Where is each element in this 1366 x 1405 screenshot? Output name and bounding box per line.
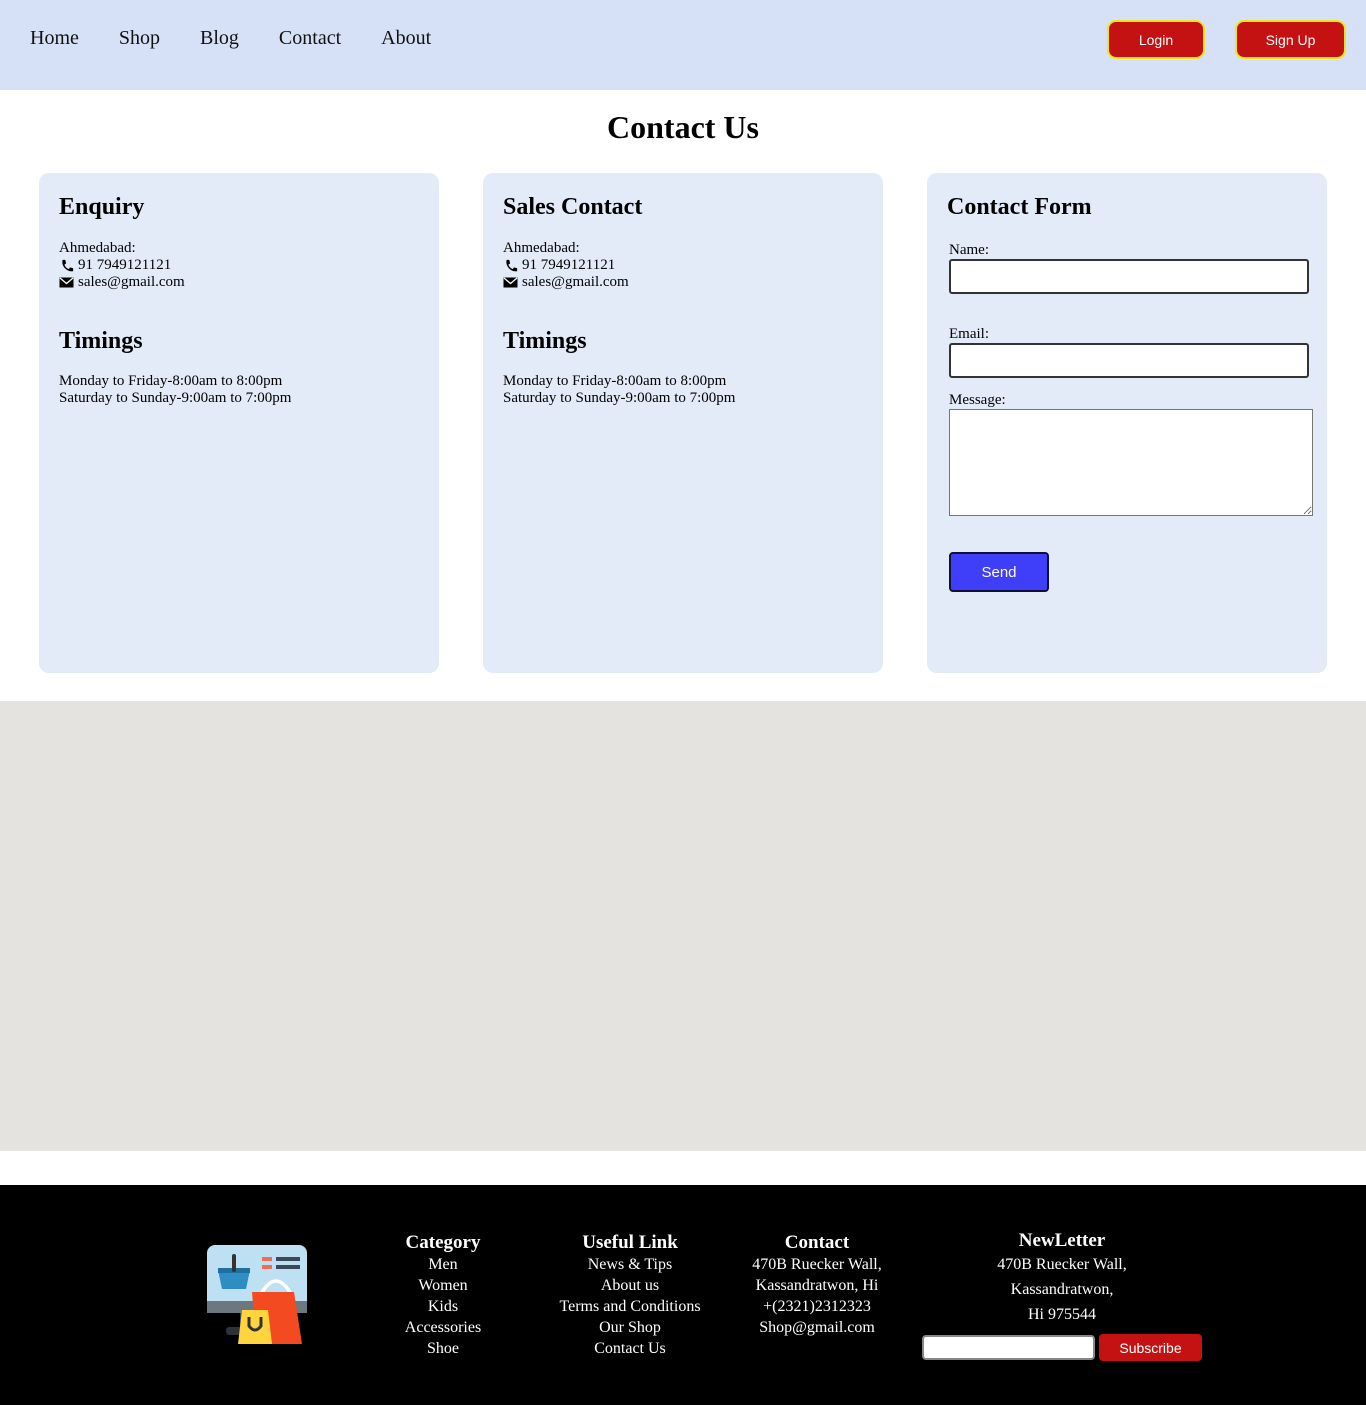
footer-heading: Contact xyxy=(784,1232,850,1253)
footer-link[interactable]: Contact Us xyxy=(545,1338,715,1359)
login-button[interactable]: Login xyxy=(1107,20,1205,59)
contact-form-card: Contact Form Name: Email: Message: Send xyxy=(927,173,1327,673)
phone-icon xyxy=(62,259,74,271)
footer-link[interactable]: Terms and Conditions xyxy=(545,1296,715,1317)
email-address[interactable]: sales@gmail.com xyxy=(78,274,185,291)
phone-icon xyxy=(506,259,518,271)
footer-heading: NewLetter xyxy=(1018,1230,1106,1251)
message-textarea[interactable] xyxy=(949,409,1313,516)
card-title: Sales Contact xyxy=(503,194,643,220)
enquiry-card: Enquiry Ahmedabad: 91 7949121121 sales@g… xyxy=(39,173,439,673)
page-title: Contact Us xyxy=(607,109,759,145)
email-row: sales@gmail.com xyxy=(503,274,863,291)
nav-shop[interactable]: Shop xyxy=(119,25,160,51)
city-label: Ahmedabad: xyxy=(503,240,580,256)
contact-info: Ahmedabad: 91 7949121121 sales@gmail.com xyxy=(503,240,863,291)
footer-newsletter: NewLetter 470B Ruecker Wall, Kassandratw… xyxy=(962,1230,1162,1327)
footer-link[interactable]: Women xyxy=(383,1275,503,1296)
envelope-icon xyxy=(59,277,74,287)
newsletter-line: Hi 975544 xyxy=(1028,1306,1096,1323)
footer-link[interactable]: Men xyxy=(383,1254,503,1275)
weekend-hours: Saturday to Sunday-9:00am to 7:00pm xyxy=(503,390,736,406)
email-label: Email: xyxy=(949,326,989,342)
nav-about[interactable]: About xyxy=(381,25,431,51)
newsletter-email-input[interactable] xyxy=(922,1335,1095,1360)
phone-number: 91 7949121121 xyxy=(78,257,172,273)
footer-link[interactable]: News & Tips xyxy=(545,1254,715,1275)
footer-link[interactable]: Our Shop xyxy=(545,1317,715,1338)
footer-useful-links: Useful Link News & Tips About us Terms a… xyxy=(545,1232,715,1359)
weekday-hours: Monday to Friday-8:00am to 8:00pm xyxy=(59,373,283,389)
card-title: Enquiry xyxy=(59,194,145,220)
footer-contact-line: 470B Ruecker Wall, xyxy=(752,1256,882,1273)
email-row: sales@gmail.com xyxy=(59,274,419,291)
newsletter-line: 470B Ruecker Wall, xyxy=(997,1256,1127,1273)
footer: Category Men Women Kids Accessories Shoe… xyxy=(0,1185,1366,1405)
weekend-hours: Saturday to Sunday-9:00am to 7:00pm xyxy=(59,390,292,406)
envelope-icon xyxy=(503,277,518,287)
form-title: Contact Form xyxy=(947,194,1092,220)
footer-link[interactable]: Shoe xyxy=(383,1338,503,1359)
nav-contact[interactable]: Contact xyxy=(279,25,341,51)
nav-blog[interactable]: Blog xyxy=(200,25,239,51)
city-label: Ahmedabad: xyxy=(59,240,136,256)
timings-title: Timings xyxy=(503,328,587,354)
nav-links: Home Shop Blog Contact About xyxy=(30,25,471,51)
footer-link[interactable]: About us xyxy=(545,1275,715,1296)
sales-contact-card: Sales Contact Ahmedabad: 91 7949121121 s… xyxy=(483,173,883,673)
timings-title: Timings xyxy=(59,328,143,354)
newsletter-line: Kassandratwon, xyxy=(1010,1281,1114,1298)
footer-link[interactable]: Kids xyxy=(383,1296,503,1317)
email-input[interactable] xyxy=(949,343,1309,378)
phone-row: 91 7949121121 xyxy=(59,257,419,274)
footer-link[interactable]: Accessories xyxy=(383,1317,503,1338)
name-input[interactable] xyxy=(949,259,1309,294)
message-label: Message: xyxy=(949,392,1006,408)
map-embed[interactable] xyxy=(0,701,1366,1151)
shop-logo-icon xyxy=(207,1245,307,1344)
send-button[interactable]: Send xyxy=(949,552,1049,592)
footer-contact: Contact 470B Ruecker Wall, Kassandratwon… xyxy=(737,1232,897,1338)
phone-number: 91 7949121121 xyxy=(522,257,616,273)
weekday-hours: Monday to Friday-8:00am to 8:00pm xyxy=(503,373,727,389)
footer-contact-line: Shop@gmail.com xyxy=(759,1319,875,1336)
contact-info: Ahmedabad: 91 7949121121 sales@gmail.com xyxy=(59,240,419,291)
footer-contact-line: Kassandratwon, Hi xyxy=(755,1277,879,1294)
timings-info: Monday to Friday-8:00am to 8:00pm Saturd… xyxy=(503,373,863,407)
footer-heading: Category xyxy=(405,1232,481,1253)
nav-home[interactable]: Home xyxy=(30,25,79,51)
footer-heading: Useful Link xyxy=(582,1232,678,1253)
top-nav: Home Shop Blog Contact About Login Sign … xyxy=(0,0,1366,90)
footer-contact-line: +(2321)2312323 xyxy=(763,1298,871,1315)
phone-row: 91 7949121121 xyxy=(503,257,863,274)
name-label: Name: xyxy=(949,242,989,258)
email-address[interactable]: sales@gmail.com xyxy=(522,274,629,291)
footer-category: Category Men Women Kids Accessories Shoe xyxy=(383,1232,503,1359)
signup-button[interactable]: Sign Up xyxy=(1235,20,1346,59)
timings-info: Monday to Friday-8:00am to 8:00pm Saturd… xyxy=(59,373,419,407)
subscribe-button[interactable]: Subscribe xyxy=(1099,1334,1202,1361)
